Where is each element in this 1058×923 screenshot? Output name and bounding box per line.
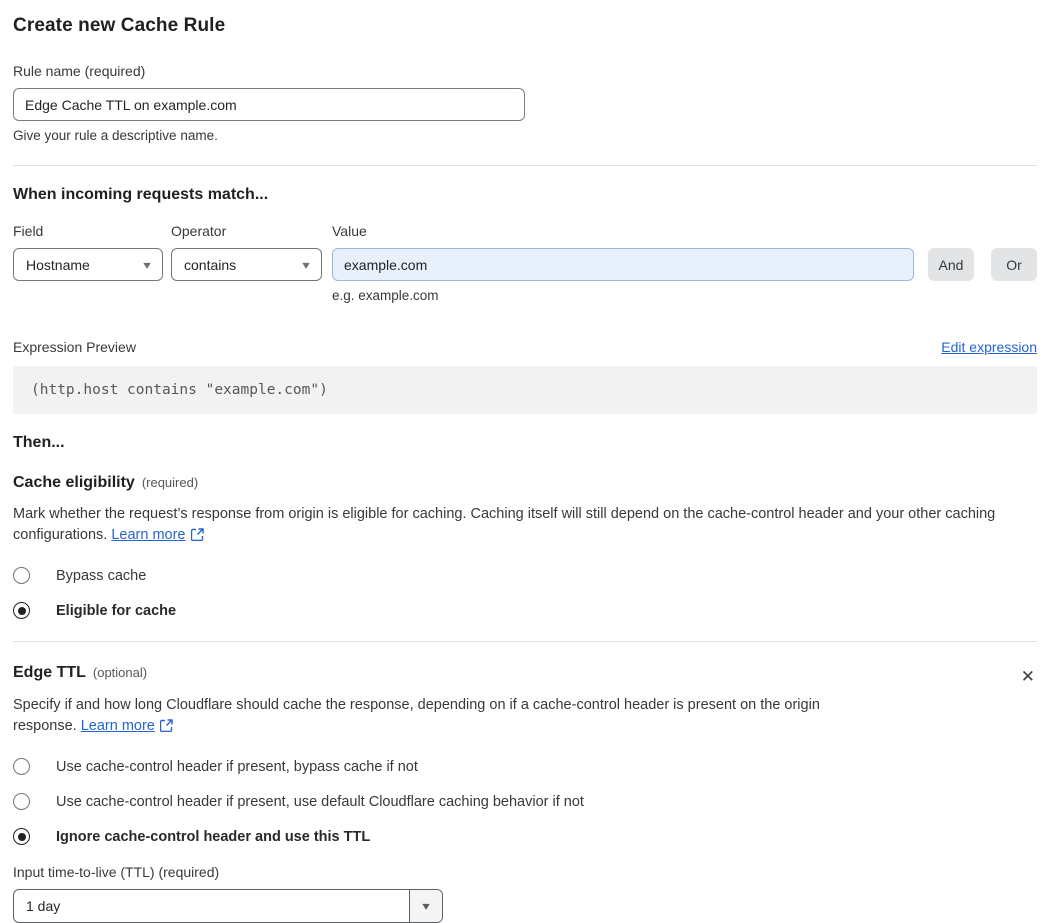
and-button[interactable]: And bbox=[928, 248, 974, 281]
radio-label: Use cache-control header if present, use… bbox=[56, 793, 584, 810]
cache-eligibility-title: Cache eligibility bbox=[13, 474, 135, 491]
ttl-select-arrow-button[interactable]: ▾ bbox=[409, 890, 442, 922]
value-help: e.g. example.com bbox=[332, 288, 439, 303]
value-label: Value bbox=[332, 223, 367, 239]
edge-ttl-options: Use cache-control header if present, byp… bbox=[13, 758, 1037, 845]
ttl-group: Input time-to-live (TTL) (required) 1 da… bbox=[13, 864, 1037, 923]
ttl-select-value: 1 day bbox=[26, 898, 61, 914]
radio-label: Bypass cache bbox=[56, 567, 147, 584]
radio-label: Eligible for cache bbox=[56, 602, 177, 619]
expression-preview-row: Expression Preview Edit expression bbox=[13, 339, 1037, 355]
rule-name-label: Rule name (required) bbox=[13, 63, 146, 79]
then-heading: Then... bbox=[13, 434, 65, 451]
edit-expression-link[interactable]: Edit expression bbox=[941, 339, 1037, 355]
edge-ttl-header: Edge TTL (optional) ✕ bbox=[13, 664, 1037, 687]
cache-eligibility-header: Cache eligibility (required) bbox=[13, 474, 1037, 492]
cache-eligibility-description: Mark whether the request’s response from… bbox=[13, 504, 1037, 548]
rule-name-input[interactable] bbox=[13, 88, 525, 121]
rule-name-group: Rule name (required) Give your rule a de… bbox=[13, 63, 1037, 143]
chevron-down-icon: ▾ bbox=[302, 257, 310, 272]
close-icon[interactable]: ✕ bbox=[1019, 666, 1037, 687]
edge-ttl-title: Edge TTL bbox=[13, 664, 86, 681]
radio-icon[interactable] bbox=[13, 567, 30, 584]
divider bbox=[13, 165, 1037, 166]
chevron-down-icon: ▾ bbox=[422, 899, 430, 913]
radio-label: Ignore cache-control header and use this… bbox=[56, 828, 371, 845]
operator-label: Operator bbox=[171, 223, 227, 239]
learn-more-link[interactable]: Learn more bbox=[111, 527, 185, 543]
divider bbox=[13, 641, 1037, 642]
ttl-select[interactable]: 1 day ▾ bbox=[13, 889, 443, 923]
radio-option-use-header-default[interactable]: Use cache-control header if present, use… bbox=[13, 793, 1037, 810]
expression-preview-label: Expression Preview bbox=[13, 339, 136, 355]
radio-option-bypass-cache[interactable]: Bypass cache bbox=[13, 567, 1037, 584]
or-button[interactable]: Or bbox=[991, 248, 1037, 281]
match-heading: When incoming requests match... bbox=[13, 186, 269, 203]
page-title: Create new Cache Rule bbox=[13, 15, 226, 36]
edge-ttl-title-group: Edge TTL (optional) bbox=[13, 664, 147, 682]
operator-select-value: contains bbox=[184, 256, 237, 273]
field-select-value: Hostname bbox=[26, 256, 90, 273]
edge-ttl-description: Specify if and how long Cloudflare shoul… bbox=[13, 695, 851, 739]
field-select[interactable]: Hostname ▾ bbox=[13, 248, 163, 281]
ttl-label: Input time-to-live (TTL) (required) bbox=[13, 864, 220, 880]
external-link-icon[interactable] bbox=[159, 718, 173, 739]
radio-icon[interactable] bbox=[13, 793, 30, 810]
match-row: Field Hostname ▾ Operator contains ▾ Val… bbox=[13, 223, 1037, 303]
cache-eligibility-options: Bypass cache Eligible for cache bbox=[13, 567, 1037, 619]
operator-select[interactable]: contains ▾ bbox=[171, 248, 322, 281]
field-label: Field bbox=[13, 223, 44, 239]
radio-option-ignore-header-use-ttl[interactable]: Ignore cache-control header and use this… bbox=[13, 828, 1037, 845]
radio-option-use-header-bypass[interactable]: Use cache-control header if present, byp… bbox=[13, 758, 1037, 775]
external-link-icon[interactable] bbox=[190, 527, 204, 548]
learn-more-link[interactable]: Learn more bbox=[81, 718, 155, 734]
radio-label: Use cache-control header if present, byp… bbox=[56, 758, 418, 775]
radio-icon[interactable] bbox=[13, 758, 30, 775]
value-input[interactable] bbox=[332, 248, 914, 281]
edge-ttl-qualifier: (optional) bbox=[92, 665, 148, 680]
radio-icon[interactable] bbox=[13, 602, 30, 619]
radio-icon[interactable] bbox=[13, 828, 30, 845]
radio-option-eligible-for-cache[interactable]: Eligible for cache bbox=[13, 602, 1037, 619]
expression-code: (http.host contains "example.com") bbox=[13, 366, 1037, 414]
chevron-down-icon: ▾ bbox=[143, 257, 151, 272]
cache-eligibility-qualifier: (required) bbox=[141, 475, 199, 490]
rule-name-help: Give your rule a descriptive name. bbox=[13, 128, 218, 143]
